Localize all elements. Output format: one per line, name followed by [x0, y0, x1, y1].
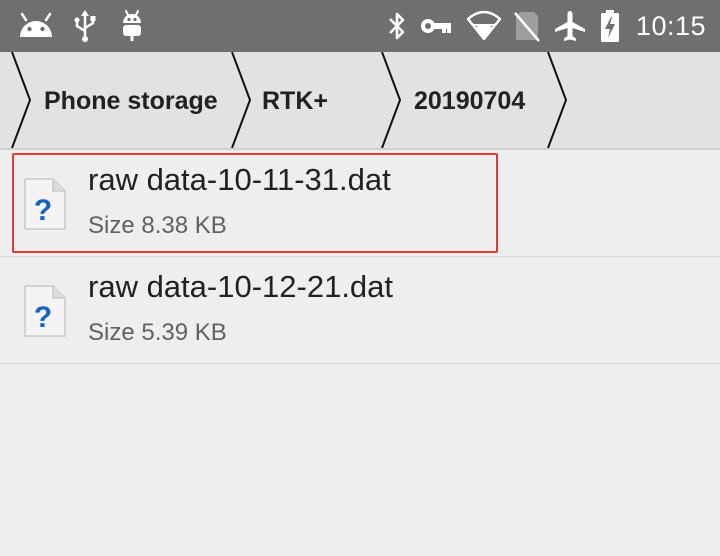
airplane-icon — [552, 0, 588, 52]
file-name: raw data-10-12-21.dat — [88, 269, 394, 304]
file-size: Size 5.39 KB — [88, 319, 227, 346]
breadcrumb-separator-icon — [231, 52, 252, 148]
clock-time: 10:15 — [635, 11, 706, 41]
no-sim-icon — [512, 0, 542, 52]
android-icon — [16, 0, 56, 52]
file-size: Size 8.38 KB — [88, 212, 227, 239]
unknown-file-icon: ? — [22, 283, 68, 339]
unknown-file-icon: ? — [22, 176, 68, 232]
breadcrumb-separator-icon — [11, 52, 32, 148]
usb-icon — [70, 0, 100, 52]
file-name: raw data-10-11-31.dat — [88, 162, 391, 197]
breadcrumb-item-rtk[interactable]: RTK+ — [262, 52, 328, 148]
bluetooth-icon — [384, 0, 410, 52]
status-bar: 10:15 — [0, 0, 720, 52]
file-row[interactable]: ? raw data-10-11-31.dat Size 8.38 KB — [0, 150, 720, 257]
breadcrumb-item-20190704[interactable]: 20190704 — [414, 52, 525, 148]
breadcrumb-separator-icon — [547, 52, 568, 148]
breadcrumb-separator-icon — [381, 52, 402, 148]
svg-text:?: ? — [34, 194, 52, 227]
file-row[interactable]: ? raw data-10-12-21.dat Size 5.39 KB — [0, 257, 720, 364]
svg-text:?: ? — [34, 301, 52, 334]
android-debug-icon — [116, 0, 148, 52]
breadcrumb: Phone storage RTK+ 20190704 — [0, 52, 720, 150]
vpn-key-icon — [418, 0, 454, 52]
wifi-icon — [466, 0, 502, 52]
breadcrumb-item-phone-storage[interactable]: Phone storage — [44, 52, 218, 148]
battery-charging-icon — [598, 0, 622, 52]
